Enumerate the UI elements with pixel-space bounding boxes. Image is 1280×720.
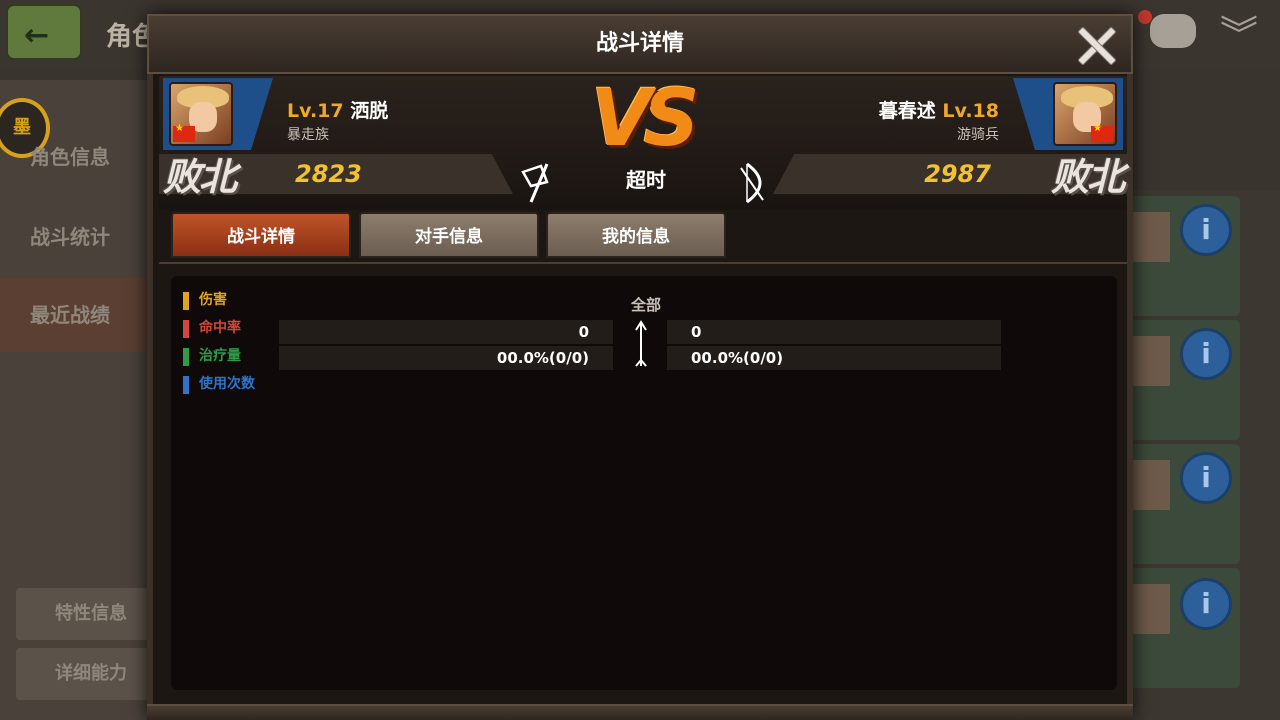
right-stat-damage: 0 bbox=[667, 320, 1001, 344]
legend-damage[interactable]: 伤害 bbox=[183, 290, 279, 318]
detail-ability-button[interactable]: 详细能力 bbox=[16, 648, 166, 700]
trait-info-button[interactable]: 特性信息 bbox=[16, 588, 166, 640]
right-player-class: 游骑兵 bbox=[957, 127, 999, 143]
vs-logo: VS bbox=[591, 74, 701, 164]
legend-swatch bbox=[183, 320, 189, 338]
legend-label: 命中率 bbox=[199, 320, 241, 336]
right-player-level: Lv.18 bbox=[942, 100, 999, 122]
tab-my-info[interactable]: 我的信息 bbox=[546, 212, 726, 258]
vs-text: VS bbox=[591, 74, 700, 164]
info-icon[interactable]: i bbox=[1180, 578, 1232, 630]
legend-healing[interactable]: 治疗量 bbox=[183, 346, 279, 374]
right-player-result: 败北 bbox=[1050, 155, 1125, 199]
chat-icon bbox=[1150, 14, 1196, 48]
right-player-name: 暮春述 bbox=[878, 100, 936, 122]
versus-header: Lv.17 洒脱 暴走族 败北 2823 VS 超时 bbox=[159, 74, 1127, 210]
axe-weapon-icon bbox=[521, 163, 549, 203]
legend-label: 治疗量 bbox=[199, 348, 241, 364]
modal-title: 战斗详情 bbox=[595, 31, 684, 56]
legend-swatch bbox=[183, 376, 189, 394]
stats-legend: 伤害 命中率 治疗量 使用次数 bbox=[183, 290, 279, 402]
china-flag-icon bbox=[1091, 123, 1113, 142]
left-player-name: 洒脱 bbox=[350, 100, 389, 122]
match-result: 超时 bbox=[626, 168, 666, 192]
tab-battle-detail[interactable]: 战斗详情 bbox=[171, 212, 351, 258]
left-player-avatar[interactable] bbox=[169, 82, 233, 146]
legend-hit-rate[interactable]: 命中率 bbox=[183, 318, 279, 346]
info-icon[interactable]: i bbox=[1180, 204, 1232, 256]
close-icon[interactable] bbox=[1073, 22, 1119, 68]
left-player-level: Lv.17 bbox=[287, 100, 344, 122]
legend-label: 伤害 bbox=[199, 292, 227, 308]
left-player-score: 2823 bbox=[295, 160, 362, 188]
detail-tabs: 战斗详情 对手信息 我的信息 bbox=[159, 212, 1127, 264]
back-button[interactable]: ← bbox=[6, 4, 82, 60]
right-player-level-name: 暮春述 Lv.18 bbox=[879, 96, 999, 123]
tab-opponent-info[interactable]: 对手信息 bbox=[359, 212, 539, 258]
chat-button[interactable] bbox=[1138, 10, 1202, 56]
sidebar-item-character-info[interactable]: 角色信息 bbox=[0, 120, 150, 194]
modal-bottom-frame bbox=[147, 704, 1133, 720]
left-player-result: 败北 bbox=[163, 155, 237, 199]
left-stat-hit-rate: 00.0%(0/0) bbox=[279, 346, 613, 370]
sort-arrow-icon[interactable] bbox=[633, 320, 649, 370]
right-player-avatar[interactable] bbox=[1053, 82, 1117, 146]
bow-weapon-icon bbox=[740, 162, 764, 204]
legend-swatch bbox=[183, 348, 189, 366]
info-icon[interactable]: i bbox=[1180, 452, 1232, 504]
filter-all-label[interactable]: 全部 bbox=[611, 294, 681, 315]
right-player-score: 2987 bbox=[924, 160, 991, 188]
left-stat-damage: 0 bbox=[279, 320, 613, 344]
chevron-down-icon[interactable]: ︾ bbox=[1216, 12, 1262, 58]
stats-panel: 伤害 命中率 治疗量 使用次数 全部 0 00.0%(0/0) 0 00.0%(… bbox=[171, 276, 1117, 690]
legend-label: 使用次数 bbox=[199, 376, 255, 392]
notification-dot bbox=[1138, 10, 1152, 24]
china-flag-icon bbox=[173, 123, 195, 142]
left-player-class: 暴走族 bbox=[287, 127, 329, 143]
left-player-level-name: Lv.17 洒脱 bbox=[287, 96, 388, 123]
back-arrow-icon: ← bbox=[24, 18, 50, 53]
sidebar-item-recent-record[interactable]: 最近战绩 bbox=[0, 278, 150, 352]
legend-use-count[interactable]: 使用次数 bbox=[183, 374, 279, 402]
legend-swatch bbox=[183, 292, 189, 310]
info-icon[interactable]: i bbox=[1180, 328, 1232, 380]
sidebar-item-battle-stats[interactable]: 战斗统计 bbox=[0, 200, 150, 274]
right-stat-hit-rate: 00.0%(0/0) bbox=[667, 346, 1001, 370]
battle-detail-modal: 战斗详情 Lv.17 洒脱 暴走族 败北 2823 VS 超时 bbox=[147, 14, 1133, 720]
modal-header: 战斗详情 bbox=[147, 14, 1133, 74]
